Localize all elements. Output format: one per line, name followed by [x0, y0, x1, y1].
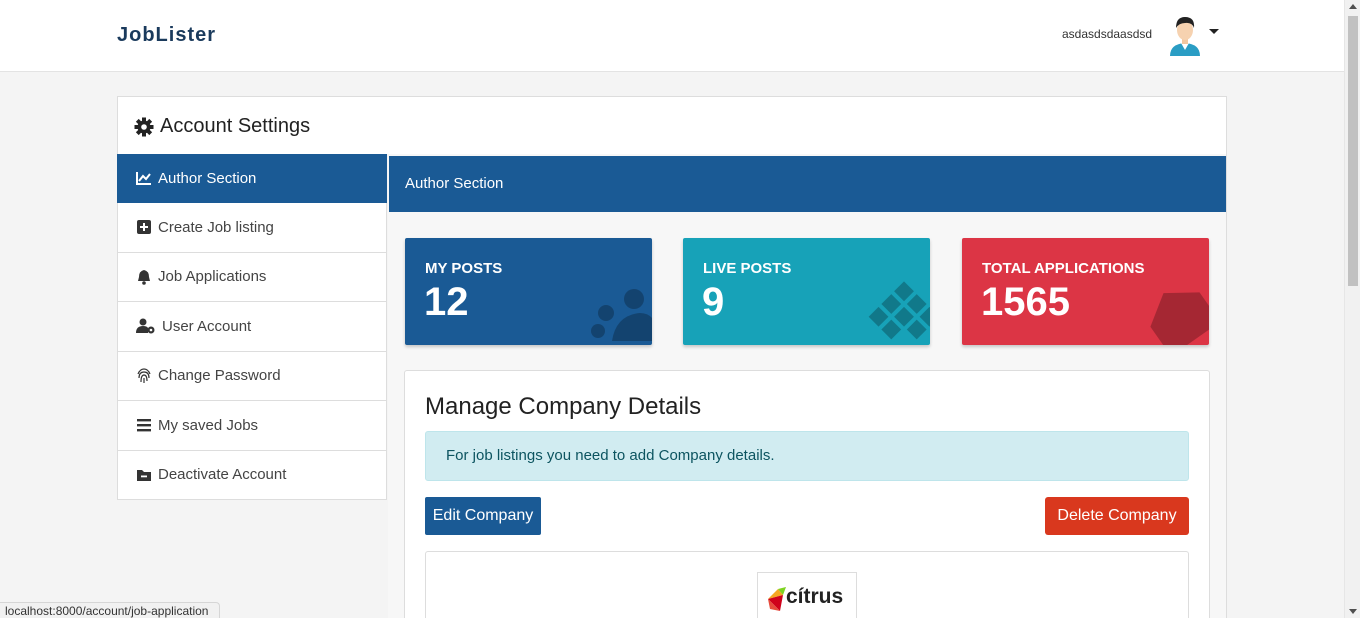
brand-logo[interactable]: JobLister	[117, 24, 216, 47]
gear-icon	[134, 117, 154, 136]
sidebar-item-label: Job Applications	[158, 268, 267, 286]
plus-square-icon	[137, 220, 151, 235]
folder-minus-icon	[137, 469, 151, 481]
sidebar-item-label: Author Section	[158, 169, 257, 187]
scroll-down-arrow-icon[interactable]	[1349, 609, 1357, 614]
sidebar-item-label: My saved Jobs	[158, 416, 259, 434]
top-navbar: JobLister asdasdsdaasdsd	[0, 0, 1344, 72]
sidebar-item-author-section[interactable]: Author Section	[117, 154, 387, 203]
sidebar-item-job-applications[interactable]: Job Applications	[117, 252, 387, 302]
company-section-title: Manage Company Details	[425, 393, 702, 420]
envelope-icon	[1150, 292, 1209, 345]
stat-value: 9	[702, 280, 725, 324]
sidebar-item-deactivate-account[interactable]: Deactivate Account	[117, 450, 387, 500]
sidebar-item-label: User Account	[162, 317, 252, 335]
user-name[interactable]: asdasdsdaasdsd	[1062, 27, 1152, 41]
stat-value: 12	[424, 280, 469, 324]
stat-label: TOTAL APPLICATIONS	[982, 260, 1145, 277]
scroll-thumb[interactable]	[1348, 16, 1358, 286]
sidebar-item-user-account[interactable]: User Account	[117, 302, 387, 352]
citrus-logo-icon: cítrus	[768, 585, 843, 611]
section-header: Author Section	[389, 156, 1226, 212]
logo-text: cítrus	[786, 585, 843, 608]
sidebar-item-create-job-listing[interactable]: Create Job listing	[117, 203, 387, 253]
main-content: Author Section MY POSTS 12 LIVE POSTS 9 …	[388, 154, 1227, 618]
stat-card-my-posts[interactable]: MY POSTS 12	[405, 238, 652, 345]
stat-label: LIVE POSTS	[703, 260, 792, 277]
sidebar: Author Section Create Job listing Job Ap…	[117, 154, 387, 500]
chart-line-icon	[136, 172, 151, 185]
info-alert: For job listings you need to add Company…	[425, 431, 1189, 481]
sidebar-item-my-saved-jobs[interactable]: My saved Jobs	[117, 401, 387, 451]
edit-company-button[interactable]: Edit Company	[425, 497, 541, 535]
stat-value: 1565	[981, 280, 1070, 324]
settings-title-text: Account Settings	[160, 115, 311, 137]
sidebar-item-label: Change Password	[158, 367, 281, 385]
account-settings-card: Account Settings	[117, 96, 1227, 154]
browser-status-url: localhost:8000/account/job-application	[0, 602, 220, 618]
stat-card-live-posts[interactable]: LIVE POSTS 9	[683, 238, 930, 345]
user-cog-icon	[136, 318, 155, 334]
bell-icon	[138, 269, 150, 285]
page-scrollbar[interactable]	[1344, 0, 1360, 618]
sidebar-item-label: Create Job listing	[158, 218, 274, 236]
chevron-down-icon[interactable]	[1209, 29, 1219, 34]
company-details-card: Manage Company Details For job listings …	[404, 370, 1210, 618]
scroll-up-arrow-icon[interactable]	[1349, 4, 1357, 9]
stat-card-total-applications[interactable]: TOTAL APPLICATIONS 1565	[962, 238, 1209, 345]
sidebar-item-label: Deactivate Account	[158, 466, 287, 484]
company-logo-container: cítrus	[425, 551, 1189, 618]
page-title: Account Settings	[134, 115, 310, 138]
th-icon	[868, 281, 930, 340]
list-icon	[137, 419, 151, 432]
fingerprint-icon	[137, 368, 151, 383]
delete-company-button[interactable]: Delete Company	[1045, 497, 1189, 535]
stat-label: MY POSTS	[425, 260, 503, 277]
avatar[interactable]	[1166, 14, 1204, 56]
company-logo: cítrus	[757, 572, 857, 618]
users-icon	[591, 289, 652, 341]
sidebar-item-change-password[interactable]: Change Password	[117, 351, 387, 401]
